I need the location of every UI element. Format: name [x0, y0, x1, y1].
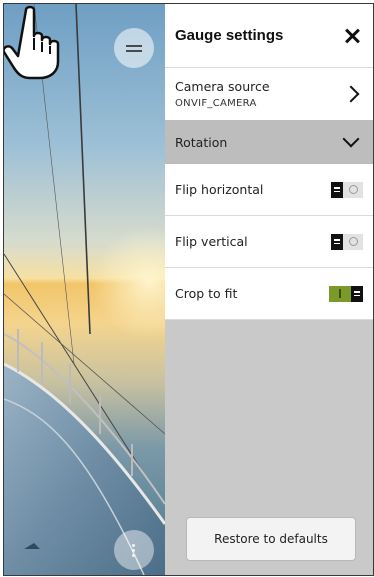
rotation-label: Rotation — [175, 134, 228, 150]
panel-title: Gauge settings — [175, 27, 284, 44]
flip-vertical-toggle[interactable] — [331, 233, 363, 250]
crop-to-fit-row: Crop to fit — [165, 268, 373, 320]
more-options-button[interactable] — [114, 530, 154, 570]
app-window: Gauge settings Camera source ONVIF_CAMER… — [3, 3, 374, 576]
flip-vertical-row: Flip vertical — [165, 216, 373, 268]
chevron-right-icon — [342, 85, 360, 103]
panel-header: Gauge settings — [165, 4, 373, 68]
restore-defaults-button[interactable]: Restore to defaults — [186, 517, 356, 561]
flip-horizontal-row: Flip horizontal — [165, 164, 373, 216]
more-vertical-icon — [132, 542, 136, 559]
flip-vertical-label: Flip vertical — [175, 234, 248, 249]
hamburger-menu-icon — [126, 42, 142, 55]
rotation-section-header[interactable]: Rotation — [165, 120, 373, 164]
sailboat-photo — [4, 4, 165, 575]
camera-source-value: ONVIF_CAMERA — [175, 98, 257, 109]
crop-to-fit-toggle[interactable] — [329, 285, 363, 302]
flip-horizontal-toggle[interactable] — [331, 181, 363, 198]
menu-button[interactable] — [114, 28, 154, 68]
crop-to-fit-label: Crop to fit — [175, 286, 238, 301]
camera-preview — [4, 4, 165, 575]
camera-source-label: Camera source — [175, 79, 270, 94]
gauge-settings-panel: Gauge settings Camera source ONVIF_CAMER… — [165, 4, 373, 575]
flip-horizontal-label: Flip horizontal — [175, 182, 264, 197]
chevron-down-icon — [342, 130, 360, 148]
camera-source-row[interactable]: Camera source ONVIF_CAMERA — [165, 68, 373, 120]
hand-pointer-icon — [4, 5, 60, 80]
close-icon[interactable] — [341, 25, 363, 47]
